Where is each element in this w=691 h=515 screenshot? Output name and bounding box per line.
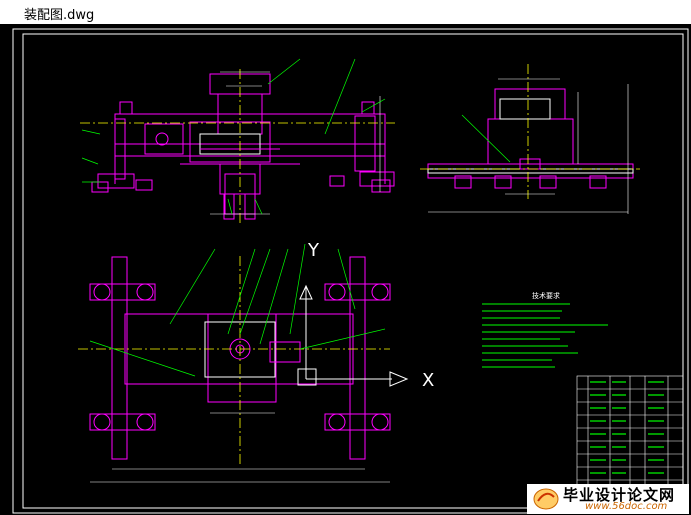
side-view bbox=[427, 88, 634, 189]
cad-viewport[interactable]: Y X 技术要求 bbox=[0, 24, 691, 515]
front-view-centerlines bbox=[80, 69, 395, 224]
title-bar: 装配图.dwg bbox=[0, 0, 691, 24]
assembly-drawing: Y X 技术要求 bbox=[12, 28, 689, 514]
side-view-centerlines bbox=[420, 64, 640, 199]
tech-requirements-title: 技术要求 bbox=[532, 291, 560, 300]
front-view bbox=[91, 73, 395, 220]
inner-frame bbox=[22, 33, 684, 509]
watermark: 毕业设计论文网 www.56doc.com bbox=[527, 484, 689, 514]
front-view-leaders bbox=[81, 58, 386, 215]
parts-list-entries bbox=[590, 381, 664, 474]
plan-view-leaders bbox=[89, 243, 386, 377]
x-axis-label: X bbox=[422, 370, 434, 391]
side-view-leaders bbox=[461, 114, 511, 163]
watermark-url: www.56doc.com bbox=[585, 501, 668, 512]
tech-requirements-lines bbox=[482, 303, 608, 368]
file-title: 装配图.dwg bbox=[24, 8, 95, 23]
logo-icon bbox=[533, 488, 559, 510]
y-axis-label: Y bbox=[307, 240, 320, 261]
